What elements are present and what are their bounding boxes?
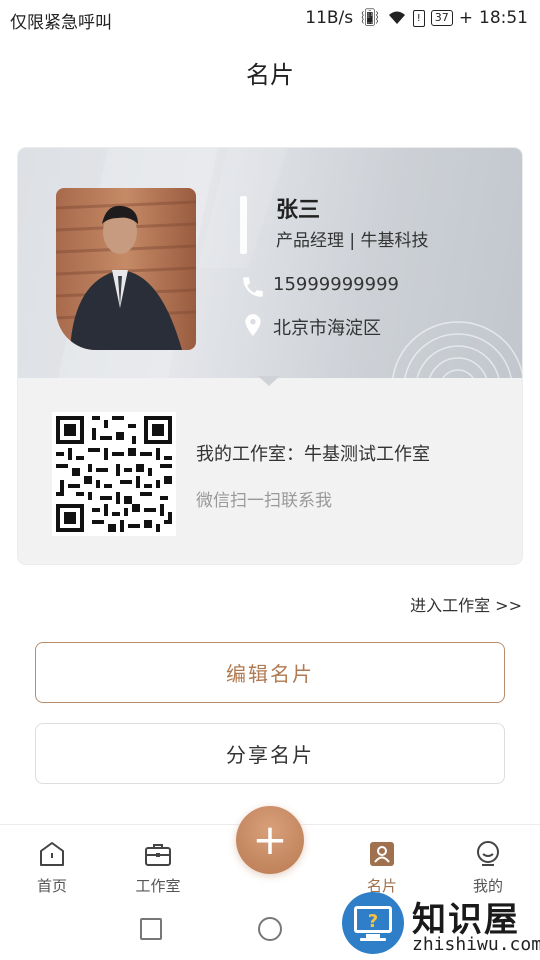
avatar-photo <box>56 188 196 350</box>
status-indicators: 11B/s 📳︎ ! 37 + 18:51 <box>305 8 528 28</box>
briefcase-icon <box>145 844 171 866</box>
charging-icon: + <box>458 8 473 28</box>
edit-card-button[interactable]: 编辑名片 <box>35 642 505 703</box>
battery-icon: 37 <box>430 10 453 26</box>
scan-hint: 微信扫一扫联系我 <box>196 491 332 511</box>
page-title: 名片 <box>246 61 294 89</box>
plus-icon: + <box>252 815 288 864</box>
card-icon <box>370 842 394 866</box>
wifi-icon <box>388 11 405 24</box>
svg-text:?: ? <box>368 911 378 932</box>
carrier-text: 仅限紧急呼叫 <box>10 13 112 33</box>
clock: 18:51 <box>479 8 528 28</box>
person-name: 张三 <box>276 198 321 223</box>
add-button[interactable]: + <box>236 806 304 874</box>
status-bar: 仅限紧急呼叫 11B/s 📳︎ ! 37 + 18:51 <box>0 0 540 36</box>
name-divider <box>240 196 247 254</box>
tab-studio-label: 工作室 <box>135 877 181 895</box>
qr-code <box>52 412 176 536</box>
phone-number[interactable]: 15999999999 <box>273 274 399 295</box>
tab-home-label: 首页 <box>36 877 67 895</box>
tab-studio[interactable]: 工作室 <box>118 839 198 896</box>
person-role: 产品经理 | 牛基科技 <box>276 231 429 251</box>
watermark-url: zhishiwu.com <box>412 934 540 955</box>
profile-icon <box>477 841 499 866</box>
enter-studio-link[interactable]: 进入工作室 >> <box>410 592 522 616</box>
help-computer-icon: ? <box>342 892 404 954</box>
home-icon <box>40 842 64 866</box>
phone-icon <box>243 277 263 297</box>
share-card-button[interactable]: 分享名片 <box>35 723 505 784</box>
watermark-logo: ? 知识屋 zhishiwu.com <box>340 888 540 960</box>
recents-button[interactable] <box>140 918 162 940</box>
studio-name: 我的工作室：牛基测试工作室 <box>196 444 430 465</box>
card-header-panel: 张三 产品经理 | 牛基科技 15999999999 北京市海淀区 <box>18 148 522 378</box>
network-speed: 11B/s <box>305 8 354 28</box>
vibrate-icon: 📳︎ <box>359 8 381 28</box>
business-card: 张三 产品经理 | 牛基科技 15999999999 北京市海淀区 我的工作室：… <box>18 148 522 564</box>
alert-icon: ! <box>412 9 425 27</box>
tab-home[interactable]: 首页 <box>12 839 92 896</box>
location-icon <box>245 314 261 336</box>
home-button[interactable] <box>258 917 282 941</box>
address-text: 北京市海淀区 <box>273 318 381 339</box>
card-pointer <box>258 376 280 386</box>
